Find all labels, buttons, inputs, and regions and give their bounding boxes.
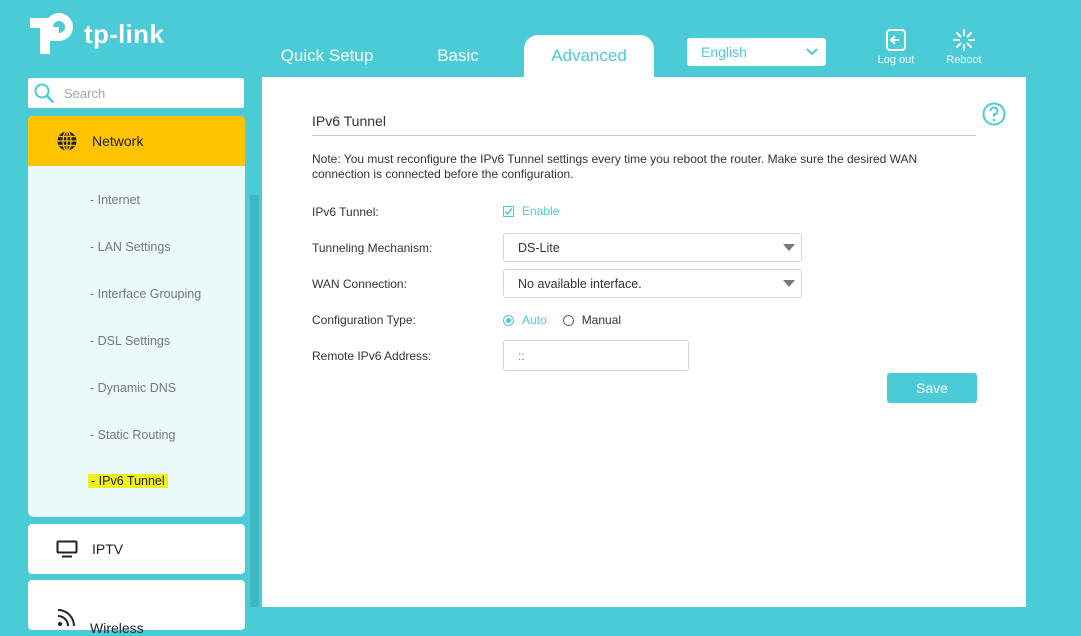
reconfigure-note: Note: You must reconfigure the IPv6 Tunn… xyxy=(312,152,918,181)
enable-checkbox[interactable]: Enable xyxy=(503,204,559,218)
tp-link-logo-icon xyxy=(30,13,73,54)
sidebar-item-wireless[interactable]: Wireless xyxy=(28,580,245,636)
search-placeholder: Search xyxy=(64,85,106,101)
logout-label: Log out xyxy=(877,54,915,66)
sidebar-scrollbar[interactable] xyxy=(250,195,259,607)
search-icon xyxy=(34,83,54,103)
tp-link-logo: tp-link xyxy=(26,10,164,58)
tunneling-mechanism-select[interactable]: DS-Lite xyxy=(503,233,802,262)
logout-button[interactable]: Log out xyxy=(866,28,926,66)
sidebar-item-network[interactable]: Network xyxy=(28,116,245,166)
wifi-icon xyxy=(57,609,75,627)
chevron-down-icon xyxy=(806,48,818,56)
sidebar-item-network-label: Network xyxy=(92,133,144,149)
submenu-item-static-routing[interactable]: - Static Routing xyxy=(90,428,175,442)
reboot-button[interactable]: Reboot xyxy=(934,28,994,66)
sidebar-item-wireless-label: Wireless xyxy=(90,620,144,636)
checkbox-box[interactable] xyxy=(503,205,514,217)
configuration-type-label: Configuration Type: xyxy=(312,313,416,327)
logo-text: tp-link xyxy=(84,18,165,49)
submenu-item-interface-grouping[interactable]: - Interface Grouping xyxy=(90,287,201,301)
tab-quick-setup[interactable]: Quick Setup xyxy=(262,35,392,77)
reboot-label: Reboot xyxy=(946,54,982,66)
reboot-icon xyxy=(953,29,975,51)
page-title: IPv6 Tunnel xyxy=(312,113,386,129)
submenu-item-lan-settings[interactable]: - LAN Settings xyxy=(90,240,171,254)
radio-auto-label[interactable]: Auto xyxy=(522,313,547,327)
checkmark-icon xyxy=(504,207,513,215)
main-panel: IPv6 Tunnel Note: You must reconfigure t… xyxy=(262,77,1026,607)
dropdown-arrow-icon xyxy=(783,244,795,251)
wan-connection-value: No available interface. xyxy=(518,276,642,291)
dropdown-arrow-icon xyxy=(783,280,795,287)
radio-manual[interactable] xyxy=(562,314,574,326)
sidebar-item-iptv-label: IPTV xyxy=(92,541,124,557)
monitor-icon xyxy=(56,540,78,558)
sidebar-item-iptv[interactable]: IPTV xyxy=(28,524,245,574)
radio-auto[interactable] xyxy=(503,314,514,326)
tab-basic[interactable]: Basic xyxy=(393,35,523,77)
search-input[interactable]: Search xyxy=(28,78,244,108)
tunneling-mechanism-label: Tunneling Mechanism: xyxy=(312,241,433,255)
wan-connection-label: WAN Connection: xyxy=(312,277,407,291)
radio-manual-label[interactable]: Manual xyxy=(582,313,621,327)
remote-ipv6-label: Remote IPv6 Address: xyxy=(312,349,432,363)
logout-icon xyxy=(886,29,906,51)
language-value: English xyxy=(701,44,747,60)
title-divider xyxy=(312,135,976,136)
save-button[interactable]: Save xyxy=(887,373,977,403)
ipv6-tunnel-label: IPv6 Tunnel: xyxy=(312,205,379,219)
submenu-item-ipv6-tunnel[interactable]: - IPv6 Tunnel xyxy=(88,474,168,488)
enable-checkbox-label[interactable]: Enable xyxy=(522,204,559,218)
submenu-item-dynamic-dns[interactable]: - Dynamic DNS xyxy=(90,381,176,395)
tab-advanced[interactable]: Advanced xyxy=(524,35,654,77)
tunneling-mechanism-value: DS-Lite xyxy=(518,240,560,255)
submenu-item-internet[interactable]: - Internet xyxy=(90,193,140,207)
submenu-item-dsl-settings[interactable]: - DSL Settings xyxy=(90,334,170,348)
language-select[interactable]: English xyxy=(687,38,826,66)
configuration-type-radio-group: Auto Manual xyxy=(503,313,621,327)
network-submenu: - Internet - LAN Settings - Interface Gr… xyxy=(28,166,245,517)
globe-icon xyxy=(57,130,77,152)
remote-ipv6-input[interactable] xyxy=(503,340,689,371)
wan-connection-select[interactable]: No available interface. xyxy=(503,269,802,298)
help-icon[interactable] xyxy=(982,102,1006,126)
